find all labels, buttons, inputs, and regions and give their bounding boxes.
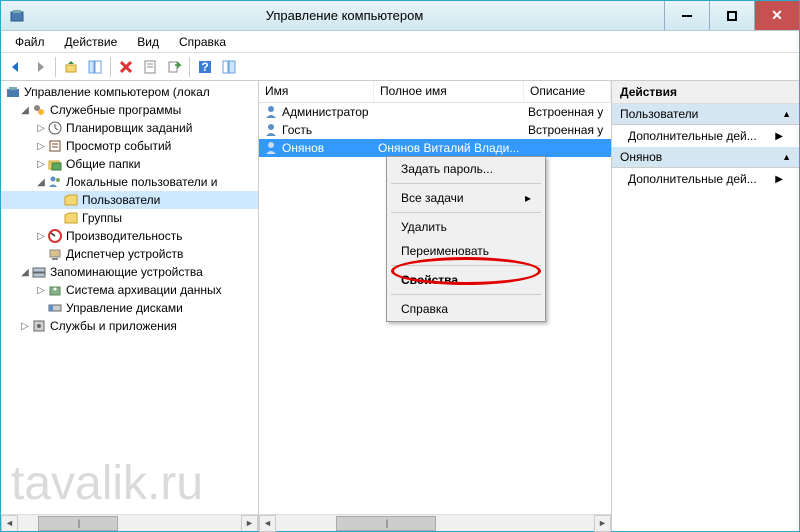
user-icon bbox=[263, 122, 279, 138]
col-fullname[interactable]: Полное имя bbox=[374, 81, 524, 102]
cm-set-password[interactable]: Задать пароль... bbox=[387, 157, 545, 181]
close-button[interactable]: ✕ bbox=[754, 1, 799, 30]
cm-help[interactable]: Справка bbox=[387, 297, 545, 321]
user-icon bbox=[263, 104, 279, 120]
actions-pane: Действия Пользователи▲ Дополнительные де… bbox=[612, 81, 799, 531]
tree-device-manager[interactable]: Диспетчер устройств bbox=[1, 245, 258, 263]
properties-button[interactable] bbox=[139, 56, 161, 78]
tree-performance[interactable]: ▷Производительность bbox=[1, 227, 258, 245]
show-hide-tree-button[interactable] bbox=[84, 56, 106, 78]
titlebar: Управление компьютером ✕ bbox=[1, 1, 799, 31]
user-icon bbox=[263, 140, 279, 156]
up-button[interactable] bbox=[60, 56, 82, 78]
tree-groups[interactable]: Группы bbox=[1, 209, 258, 227]
help-button[interactable]: ? bbox=[194, 56, 216, 78]
context-menu: Задать пароль... Все задачи▸ Удалить Пер… bbox=[386, 156, 546, 322]
tree-shared-folders[interactable]: ▷Общие папки bbox=[1, 155, 258, 173]
submenu-icon: ▶ bbox=[775, 174, 783, 185]
delete-button[interactable] bbox=[115, 56, 137, 78]
menu-view[interactable]: Вид bbox=[129, 33, 167, 51]
list-row[interactable]: Гость Встроенная у bbox=[259, 121, 611, 139]
menu-action[interactable]: Действие bbox=[57, 33, 126, 51]
tree-task-scheduler[interactable]: ▷Планировщик заданий bbox=[1, 119, 258, 137]
cm-delete[interactable]: Удалить bbox=[387, 215, 545, 239]
actions-section-user[interactable]: Онянов▲ bbox=[612, 147, 799, 168]
app-icon bbox=[9, 8, 25, 24]
toolbar: ? bbox=[1, 53, 799, 81]
submenu-icon: ▸ bbox=[525, 191, 531, 205]
menu-help[interactable]: Справка bbox=[171, 33, 234, 51]
actions-pane-button[interactable] bbox=[218, 56, 240, 78]
cm-properties[interactable]: Свойства bbox=[387, 268, 545, 292]
list-header: Имя Полное имя Описание bbox=[259, 81, 611, 103]
tree-users[interactable]: Пользователи bbox=[1, 191, 258, 209]
svg-text:?: ? bbox=[201, 60, 208, 74]
forward-button[interactable] bbox=[29, 56, 51, 78]
back-button[interactable] bbox=[5, 56, 27, 78]
tree-event-viewer[interactable]: ▷Просмотр событий bbox=[1, 137, 258, 155]
col-desc[interactable]: Описание bbox=[524, 81, 611, 102]
actions-more-user[interactable]: Дополнительные дей...▶ bbox=[612, 168, 799, 190]
export-button[interactable] bbox=[163, 56, 185, 78]
collapse-icon: ▲ bbox=[782, 152, 791, 162]
menubar: Файл Действие Вид Справка bbox=[1, 31, 799, 53]
window-title: Управление компьютером bbox=[25, 8, 664, 23]
list-hscroll[interactable]: ◄ ||| ► bbox=[259, 514, 611, 531]
minimize-button[interactable] bbox=[664, 1, 709, 30]
tree-backup[interactable]: ▷Система архивации данных bbox=[1, 281, 258, 299]
cm-rename[interactable]: Переименовать bbox=[387, 239, 545, 263]
tree-system-tools[interactable]: ◢Служебные программы bbox=[1, 101, 258, 119]
maximize-button[interactable] bbox=[709, 1, 754, 30]
tree-disk-management[interactable]: Управление дисками bbox=[1, 299, 258, 317]
submenu-icon: ▶ bbox=[775, 131, 783, 142]
actions-header: Действия bbox=[612, 81, 799, 104]
menu-file[interactable]: Файл bbox=[7, 33, 53, 51]
list-row-selected[interactable]: Онянов Онянов Виталий Влади... bbox=[259, 139, 611, 157]
tree-hscroll[interactable]: ◄ ||| ► bbox=[1, 514, 258, 531]
tree-local-users[interactable]: ◢Локальные пользователи и bbox=[1, 173, 258, 191]
list-row[interactable]: Администратор Встроенная у bbox=[259, 103, 611, 121]
cm-all-tasks[interactable]: Все задачи▸ bbox=[387, 186, 545, 210]
actions-more-users[interactable]: Дополнительные дей...▶ bbox=[612, 125, 799, 147]
tree-storage[interactable]: ◢Запоминающие устройства bbox=[1, 263, 258, 281]
tree-services[interactable]: ▷Службы и приложения bbox=[1, 317, 258, 335]
actions-section-users[interactable]: Пользователи▲ bbox=[612, 104, 799, 125]
col-name[interactable]: Имя bbox=[259, 81, 374, 102]
tree-root[interactable]: Управление компьютером (локал bbox=[1, 83, 258, 101]
tree-pane: Управление компьютером (локал ◢Служебные… bbox=[1, 81, 259, 531]
collapse-icon: ▲ bbox=[782, 109, 791, 119]
